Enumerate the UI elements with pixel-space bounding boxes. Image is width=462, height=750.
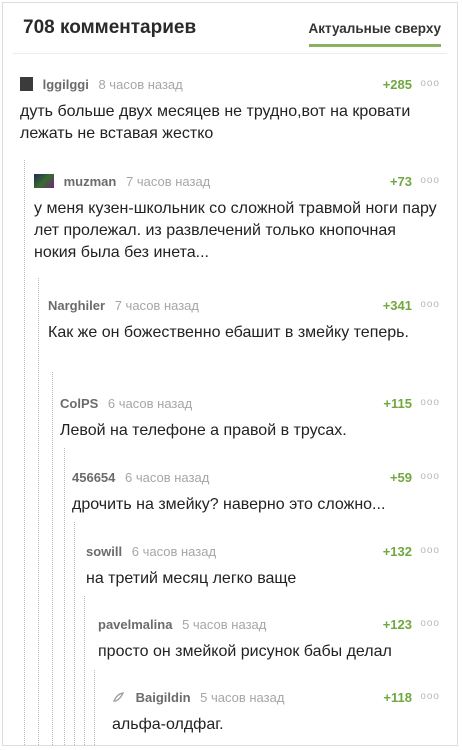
comment-author[interactable]: ColPS <box>60 396 98 411</box>
more-options-icon[interactable]: ooo <box>420 691 440 702</box>
comment-time[interactable]: 8 часов назад <box>98 77 182 92</box>
more-options-icon[interactable]: ooo <box>420 618 440 629</box>
comment-time[interactable]: 5 часов назад <box>182 617 266 632</box>
comment-rating: +341 <box>382 298 412 313</box>
more-options-icon[interactable]: ooo <box>420 175 440 186</box>
more-options-icon[interactable]: ooo <box>420 78 440 89</box>
comment-text: альфа-олдфаг. <box>112 716 224 733</box>
comment-time[interactable]: 7 часов назад <box>126 174 210 189</box>
thread-line <box>94 670 95 745</box>
comment-author[interactable]: Narghiler <box>48 298 105 313</box>
thread-line <box>52 372 53 745</box>
comment-text: на третий месяц легко ваще <box>86 570 297 587</box>
comment-rating: +132 <box>382 544 412 559</box>
comment-author[interactable]: lggilggi <box>43 77 89 92</box>
comment: pavelmalina 5 часов назад +123 ooo прост… <box>98 617 440 663</box>
avatar[interactable] <box>112 690 126 704</box>
avatar[interactable] <box>34 174 54 188</box>
thread-line <box>38 278 39 745</box>
comment: 456654 6 часов назад +59 ooo дрочить на … <box>72 470 440 516</box>
comment-time[interactable]: 6 часов назад <box>132 544 216 559</box>
comment-rating: +118 <box>383 690 412 705</box>
comment: sowill 6 часов назад +132 ooo на третий … <box>86 544 440 590</box>
comment-text: Левой на телефоне а правой в трусах. <box>60 422 347 439</box>
comment-text: у меня кузен-школьник со сложной травмой… <box>34 200 437 261</box>
thread-line <box>84 596 85 745</box>
comment: lggilggi 8 часов назад +285 ooo дуть бол… <box>20 77 440 145</box>
comment-rating: +59 <box>389 470 412 485</box>
thread-line <box>64 448 65 745</box>
comment-author[interactable]: sowill <box>86 544 122 559</box>
tab-actual-first[interactable]: Актуальные сверху <box>308 21 441 47</box>
comment-time[interactable]: 7 часов назад <box>115 298 199 313</box>
comment-text: дуть больше двух месяцев не трудно,вот н… <box>20 103 411 142</box>
thread-line <box>24 160 25 745</box>
thread-line <box>74 522 75 745</box>
comment: Baigildin 5 часов назад +118 ooo альфа-о… <box>112 690 440 736</box>
header-divider <box>13 53 447 54</box>
avatar[interactable] <box>20 77 33 91</box>
comment-text: Как же он божественно ебашит в змейку те… <box>48 324 409 341</box>
comment-time[interactable]: 5 часов назад <box>200 690 284 705</box>
comment-author[interactable]: Baigildin <box>136 690 191 705</box>
comment-text: просто он змейкой рисунок бабы делал <box>98 643 392 660</box>
more-options-icon[interactable]: ooo <box>420 299 440 310</box>
comment: Narghiler 7 часов назад +341 ooo Как же … <box>48 298 440 344</box>
comment-rating: +285 <box>382 77 412 92</box>
comment-time[interactable]: 6 часов назад <box>108 396 192 411</box>
comment-rating: +115 <box>383 396 412 411</box>
comment-rating: +123 <box>382 617 412 632</box>
comment: muzman 7 часов назад +73 ooo у меня кузе… <box>34 174 440 264</box>
comment-author[interactable]: muzman <box>64 174 117 189</box>
more-options-icon[interactable]: ooo <box>420 471 440 482</box>
comment: ColPS 6 часов назад +115 ooo Левой на те… <box>60 396 440 442</box>
comments-header: 708 комментариев Актуальные сверху <box>23 13 441 47</box>
comment-text: дрочить на змейку? наверно это сложно... <box>72 496 386 513</box>
more-options-icon[interactable]: ooo <box>420 397 440 408</box>
comment-rating: +73 <box>389 174 412 189</box>
comment-time[interactable]: 6 часов назад <box>125 470 209 485</box>
comment-author[interactable]: 456654 <box>72 470 115 485</box>
comments-count-title: 708 комментариев <box>23 17 197 38</box>
more-options-icon[interactable]: ooo <box>420 545 440 556</box>
comment-author[interactable]: pavelmalina <box>98 617 172 632</box>
